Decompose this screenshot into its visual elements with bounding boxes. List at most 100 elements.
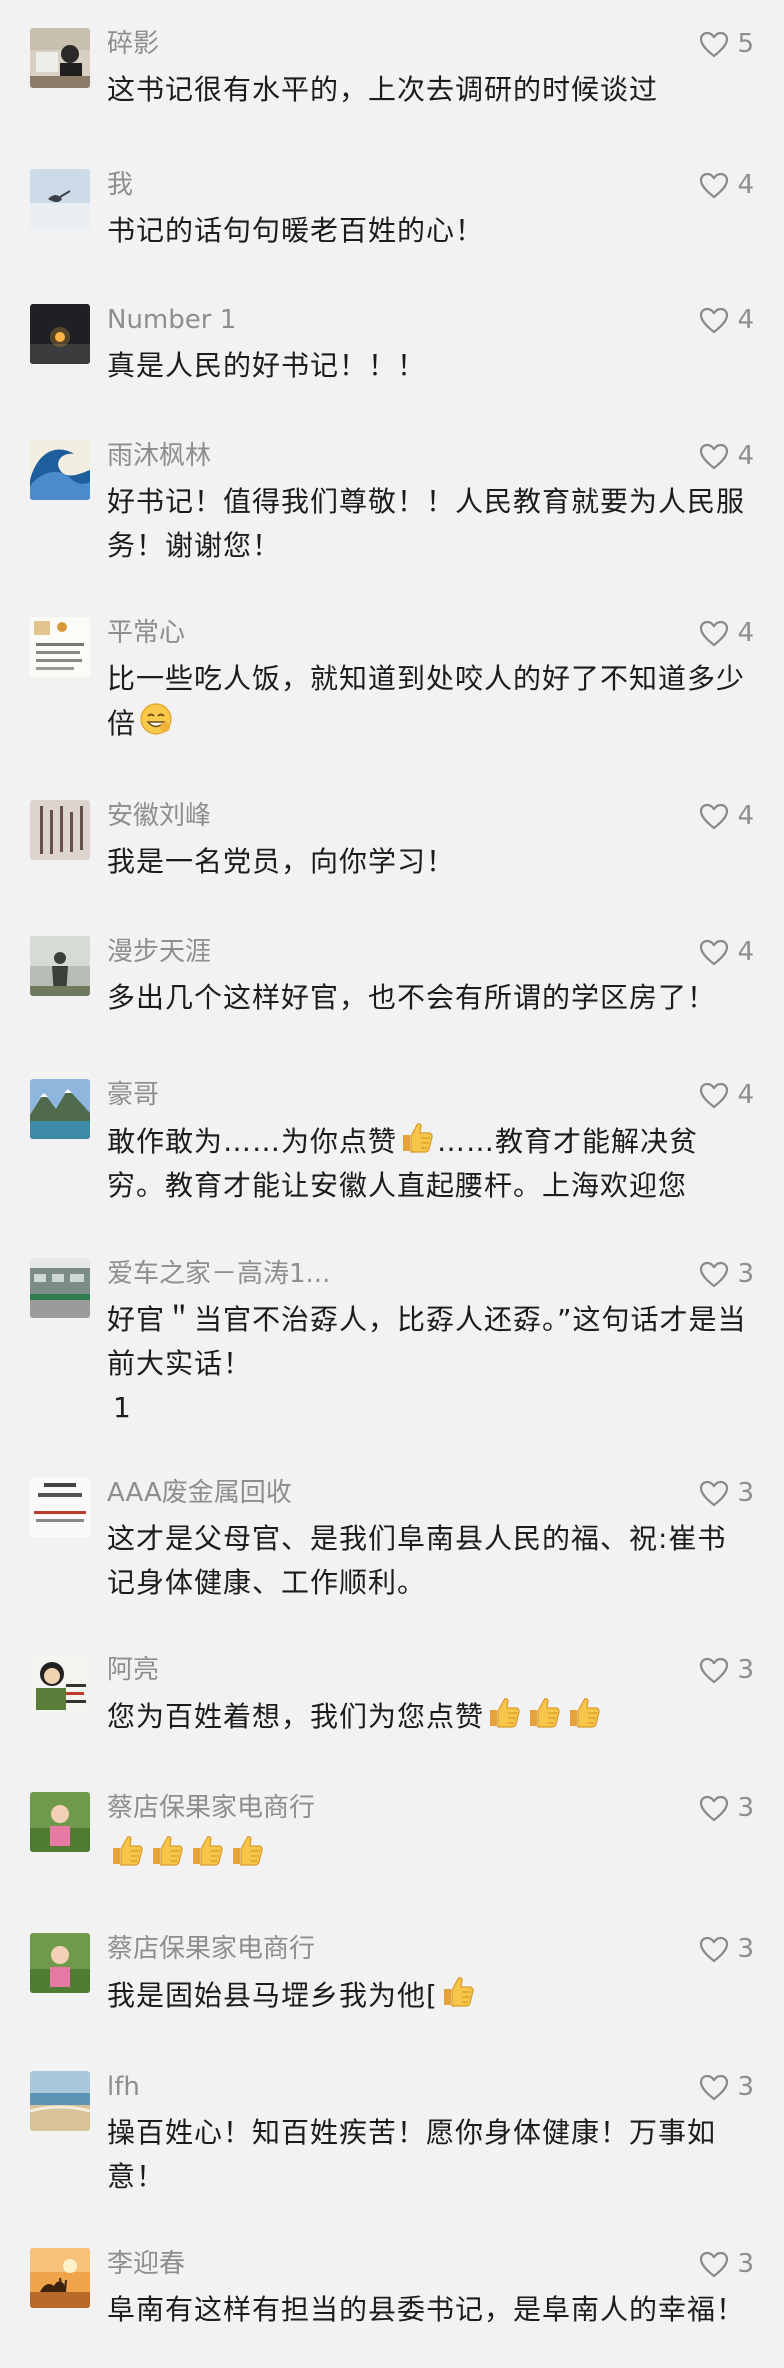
avatar[interactable] — [30, 1933, 90, 1993]
commenter-name[interactable]: 李迎春 — [107, 2248, 185, 2280]
heart-icon — [699, 2251, 729, 2278]
thumbs-up-emoji — [399, 1119, 435, 1155]
heart-icon — [699, 1936, 729, 1963]
avatar[interactable] — [30, 169, 90, 229]
like-button[interactable]: 4 — [699, 936, 754, 968]
commenter-name[interactable]: 蔡店保果家电商行 — [107, 1933, 315, 1965]
heart-icon — [699, 1261, 729, 1288]
like-count: 3 — [737, 1259, 754, 1289]
like-button[interactable]: 5 — [699, 28, 754, 60]
avatar[interactable] — [30, 304, 90, 364]
like-button[interactable]: 4 — [699, 800, 754, 832]
heart-icon — [699, 1480, 729, 1507]
like-button[interactable]: 4 — [699, 304, 754, 336]
like-button[interactable]: 4 — [699, 1079, 754, 1111]
heart-icon — [699, 443, 729, 470]
avatar[interactable] — [30, 936, 90, 996]
comment-text-body: 比一些吃人饭，就知道到处咬人的好了不知道多少倍 — [107, 662, 746, 740]
like-count: 4 — [737, 305, 754, 335]
heart-icon — [699, 1082, 729, 1109]
comment-text-body: 我是固始县马堽乡我为他[ — [107, 1979, 438, 2012]
like-count: 3 — [737, 1655, 754, 1685]
comment-text: 敢作敢为……为你点赞 ……教育才能解决贫穷。教育才能让安徽人直起腰杆。上海欢迎您 — [107, 1119, 747, 1208]
thumbs-up-emoji — [189, 1832, 225, 1868]
thumbs-up-emoji — [229, 1832, 265, 1868]
avatar[interactable] — [30, 1258, 90, 1318]
commenter-name[interactable]: 爱车之家－高涛1... — [107, 1258, 330, 1290]
comment-text: 多出几个这样好官，也不会有所谓的学区房了！ — [107, 981, 717, 1014]
commenter-name[interactable]: 豪哥 — [107, 1079, 159, 1111]
heart-icon — [699, 307, 729, 334]
avatar[interactable] — [30, 1477, 90, 1537]
comment-text: 好书记！值得我们尊敬！！人民教育就要为人民服务！谢谢您！ — [107, 485, 746, 562]
like-button[interactable]: 3 — [699, 2248, 754, 2280]
commenter-name[interactable]: 阿亮 — [107, 1654, 159, 1686]
thumbs-up-emoji — [486, 1694, 522, 1730]
thumbs-up-emoji — [109, 1832, 145, 1868]
commenter-name[interactable]: AAA废金属回收 — [107, 1477, 292, 1509]
thumbs-up-emoji — [566, 1694, 602, 1730]
like-count: 3 — [737, 1934, 754, 1964]
comment-list: 碎影 5 这书记很有水平的，上次去调研的时候谈过 我 4 书记的话句句暖老百姓的… — [0, 0, 784, 2368]
comment-text: 真是人民的好书记！！！ — [107, 349, 427, 382]
avatar[interactable] — [30, 1654, 90, 1714]
comment-text: 比一些吃人饭，就知道到处咬人的好了不知道多少倍 — [107, 657, 747, 746]
like-count: 4 — [737, 801, 754, 831]
like-count: 4 — [737, 441, 754, 471]
avatar[interactable] — [30, 2248, 90, 2308]
comment-text: 我是固始县马堽乡我为他[ — [107, 1973, 747, 2018]
heart-icon — [699, 172, 729, 199]
thumbs-up-emoji — [149, 1832, 185, 1868]
avatar[interactable] — [30, 1079, 90, 1139]
comment-text: 这才是父母官、是我们阜南县人民的福、祝:崔书记身体健康、工作顺利。 — [107, 1522, 727, 1599]
commenter-name[interactable]: 我 — [107, 169, 133, 201]
like-count: 4 — [737, 937, 754, 967]
like-count: 4 — [737, 170, 754, 200]
heart-icon — [699, 2074, 729, 2101]
like-count: 4 — [737, 1080, 754, 1110]
like-button[interactable]: 3 — [699, 1933, 754, 1965]
like-button[interactable]: 4 — [699, 440, 754, 472]
like-button[interactable]: 3 — [699, 1258, 754, 1290]
avatar[interactable] — [30, 440, 90, 500]
avatar[interactable] — [30, 2071, 90, 2131]
heart-icon — [699, 1657, 729, 1684]
heart-icon — [699, 803, 729, 830]
commenter-name[interactable]: 蔡店保果家电商行 — [107, 1792, 315, 1824]
commenter-name[interactable]: 碎影 — [107, 28, 159, 60]
like-button[interactable]: 3 — [699, 1654, 754, 1686]
avatar[interactable] — [30, 1792, 90, 1852]
like-button[interactable]: 4 — [699, 169, 754, 201]
heart-icon — [699, 1795, 729, 1822]
commenter-name[interactable]: Number 1 — [107, 304, 236, 336]
like-button[interactable]: 3 — [699, 1477, 754, 1509]
avatar[interactable] — [30, 617, 90, 677]
heart-icon — [699, 939, 729, 966]
like-count: 4 — [737, 618, 754, 648]
like-button[interactable]: 3 — [699, 2071, 754, 2103]
comment-text: 我是一名党员，向你学习！ — [107, 845, 456, 878]
comment-text: 书记的话句句暖老百姓的心！ — [107, 214, 485, 247]
comment-text-body: 好官＂当官不治孬人，比孬人还孬。”这句话才是当前大实话！ — [107, 1303, 747, 1380]
avatar[interactable] — [30, 800, 90, 860]
avatar[interactable] — [30, 28, 90, 88]
comment-text — [107, 1832, 747, 1877]
grin-face-emoji — [138, 701, 174, 737]
like-count: 3 — [737, 1793, 754, 1823]
commenter-name[interactable]: 平常心 — [107, 617, 185, 649]
comment-text: 好官＂当官不治孬人，比孬人还孬。”这句话才是当前大实话！ 1 — [107, 1298, 747, 1430]
heart-icon — [699, 31, 729, 58]
comment-text: 阜南有这样有担当的县委书记，是阜南人的幸福！ — [107, 2293, 746, 2326]
like-count: 5 — [737, 29, 754, 59]
commenter-name[interactable]: 雨沐枫林 — [107, 440, 211, 472]
like-button[interactable]: 3 — [699, 1792, 754, 1824]
like-button[interactable]: 4 — [699, 617, 754, 649]
like-count: 3 — [737, 2072, 754, 2102]
comment-text-body: 您为百姓着想，我们为您点赞 — [107, 1700, 485, 1733]
comment-text: 操百姓心！知百姓疾苦！愿你身体健康！万事如意！ — [107, 2116, 717, 2193]
commenter-name[interactable]: 漫步天涯 — [107, 936, 211, 968]
commenter-name[interactable]: 安徽刘峰 — [107, 800, 211, 832]
commenter-name[interactable]: lfh — [107, 2071, 140, 2103]
comment-text: 您为百姓着想，我们为您点赞 — [107, 1694, 747, 1739]
thumbs-up-emoji — [526, 1694, 562, 1730]
